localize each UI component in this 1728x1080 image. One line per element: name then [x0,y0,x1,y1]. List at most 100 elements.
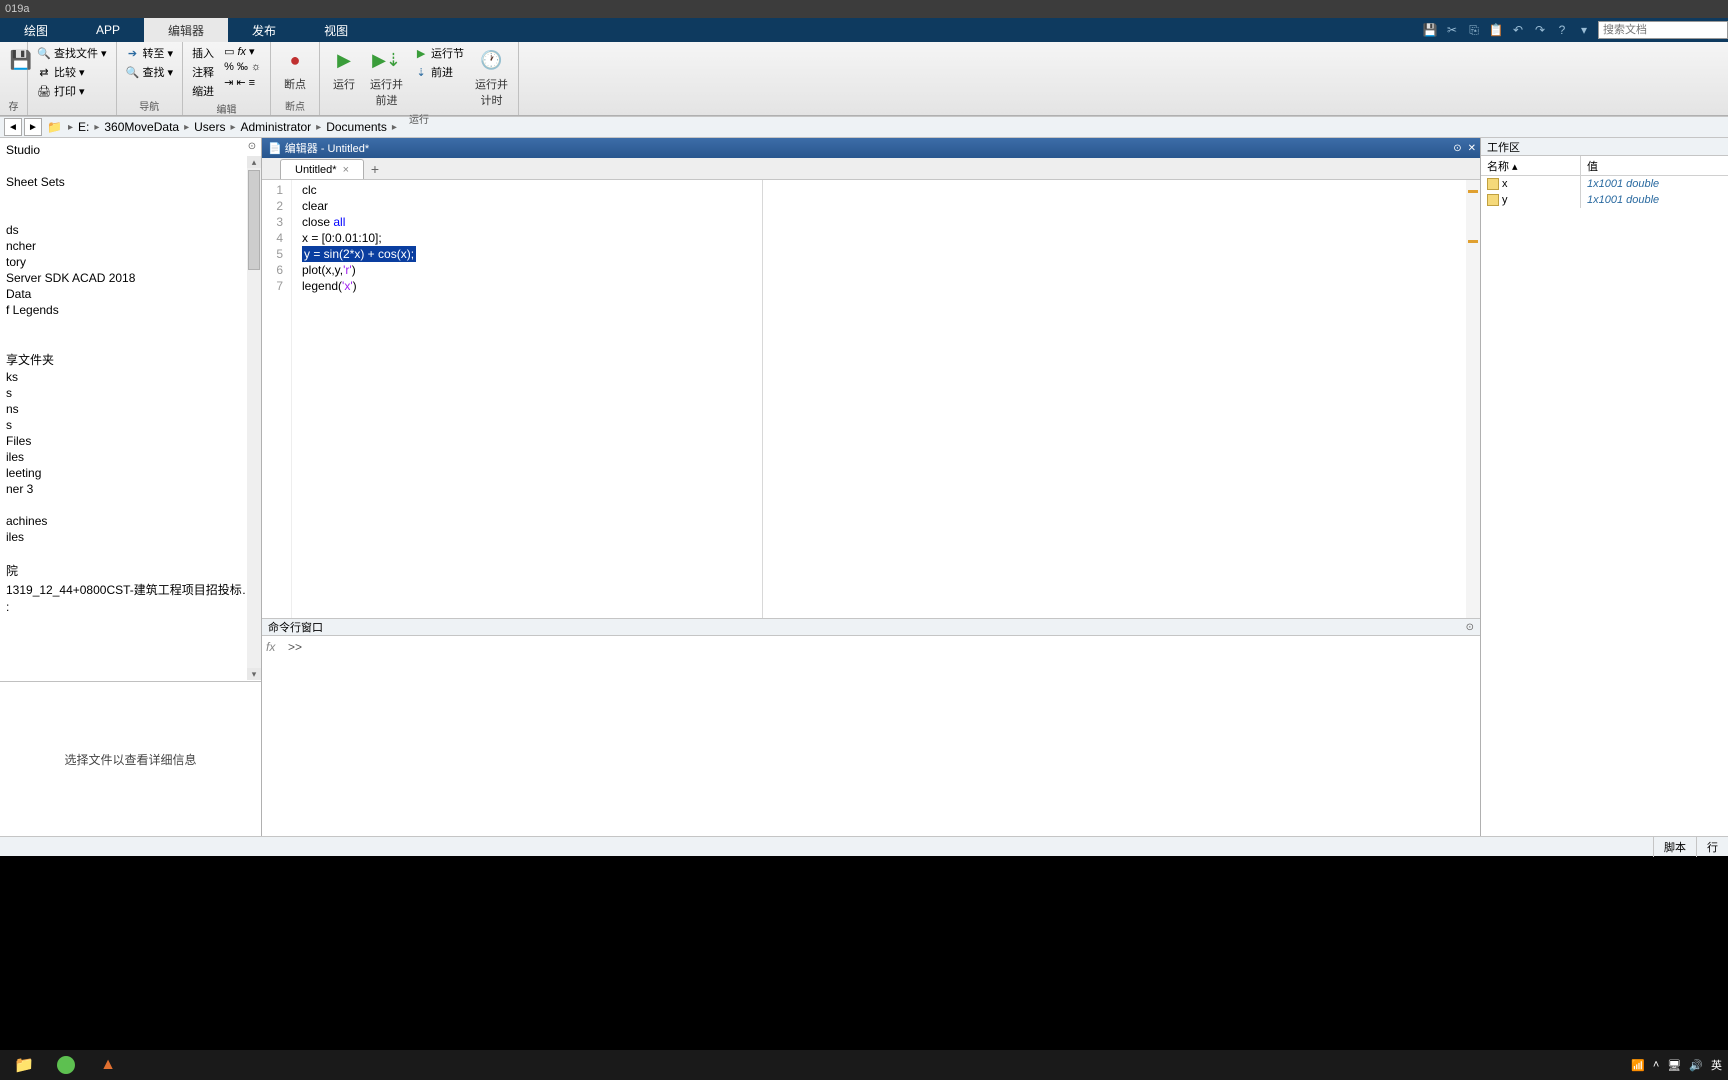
list-item[interactable]: f Legends [2,302,261,318]
list-item[interactable] [2,158,261,174]
file-list[interactable]: Studio Sheet Sets dsnchertoryServer SDK … [0,138,261,681]
comment-button[interactable]: 注释 [189,63,217,81]
goto-button[interactable]: ➔转至▾ [123,44,177,62]
copy-icon[interactable]: ⎘ [1466,22,1482,38]
ws-col-name[interactable]: 名称 ▴ [1481,156,1581,175]
taskbar-matlab[interactable]: ▲ [88,1052,128,1078]
editor-close-icon[interactable]: ✕ [1468,143,1476,154]
back-button[interactable]: ◄ [4,118,22,136]
list-item[interactable]: 院 [2,561,261,580]
indent-button[interactable]: 缩进 [189,82,217,100]
advance-button[interactable]: ⇣前进 [411,63,467,81]
taskbar-browser[interactable] [46,1052,86,1078]
volume-icon[interactable]: 🔊 [1689,1059,1703,1072]
list-item[interactable]: : [2,599,261,615]
editor-area[interactable]: 1234567 clc clear close all x = [0:0.01:… [262,180,1480,618]
run-advance-button[interactable]: ▶⇣运行并 前进 [366,44,407,110]
editor-tab-untitled[interactable]: Untitled* × [280,159,364,179]
run-section-button[interactable]: ▶运行节 [411,44,467,62]
wifi-icon[interactable]: 📶 [1631,1059,1645,1072]
code-content[interactable]: clc clear close all x = [0:0.01:10]; y =… [292,180,1466,618]
list-item[interactable]: Files [2,433,261,449]
scroll-thumb[interactable] [248,170,260,270]
list-item[interactable] [2,190,261,206]
list-item[interactable]: Data [2,286,261,302]
list-item[interactable]: ncher [2,238,261,254]
system-tray[interactable]: 📶 ˄ 🖥 🔊 英 [1631,1057,1722,1073]
search-docs-input[interactable] [1598,21,1728,39]
chevron-up-icon[interactable]: ˄ [1653,1059,1659,1071]
crumb-3[interactable]: Administrator [238,120,313,134]
dropdown-icon[interactable]: ▾ [1576,22,1592,38]
tab-editor[interactable]: 编辑器 [144,18,228,42]
tab-publish[interactable]: 发布 [228,18,300,42]
crumb-drive[interactable]: E: [76,120,91,134]
crumb-4[interactable]: Documents [324,120,389,134]
list-item[interactable]: ns [2,401,261,417]
list-item[interactable]: s [2,417,261,433]
crumb-1[interactable]: 360MoveData [102,120,181,134]
print-button[interactable]: 🖨打印▾ [34,82,110,100]
find-button[interactable]: 🔍查找▾ [123,63,177,81]
list-item[interactable]: Sheet Sets [2,174,261,190]
tab-app[interactable]: APP [72,18,144,42]
insert-section-icon[interactable]: ▭ fx ▾ [221,44,264,59]
breakpoints-button[interactable]: ●断点 [277,44,313,94]
folder-icon: 📁 [47,120,62,134]
run-time-button[interactable]: 🕐运行并 计时 [471,44,512,110]
comment-toggle-icon[interactable]: % ‰ ☼ [221,60,264,74]
cut-icon[interactable]: ✂ [1444,22,1460,38]
list-item[interactable] [2,318,261,334]
editor-minimize-icon[interactable]: ⊙ [1453,143,1461,154]
fx-icon[interactable]: fx [262,636,286,836]
insert-button[interactable]: 插入 [189,44,217,62]
crumb-2[interactable]: Users [192,120,227,134]
tab-view[interactable]: 视图 [300,18,372,42]
compare-button[interactable]: ⇄比较▾ [34,63,110,81]
list-item[interactable]: leeting [2,465,261,481]
list-item[interactable] [2,545,261,561]
collapse-cmd-icon[interactable]: ⊙ [1466,622,1474,633]
undo-icon[interactable]: ↶ [1510,22,1526,38]
list-item[interactable]: 享文件夹 [2,350,261,369]
save-icon[interactable]: 💾 [1422,22,1438,38]
redo-icon[interactable]: ↷ [1532,22,1548,38]
network-icon[interactable]: 🖥 [1667,1059,1681,1072]
taskbar-explorer[interactable]: 📁 [4,1052,44,1078]
close-tab-icon[interactable]: × [343,164,349,176]
ime-icon[interactable]: 英 [1711,1057,1722,1073]
forward-button[interactable]: ► [24,118,42,136]
tab-plot[interactable]: 绘图 [0,18,72,42]
list-item[interactable]: 1319_12_44+0800CST-建筑工程项目招投标与合同管理... [2,580,261,599]
list-item[interactable]: iles [2,529,261,545]
list-item[interactable] [2,497,261,513]
list-item[interactable]: Server SDK ACAD 2018 [2,270,261,286]
editor-annotation-bar[interactable] [1466,180,1480,618]
indent-icons[interactable]: ⇥ ⇤ ≡ [221,75,264,90]
paste-icon[interactable]: 📋 [1488,22,1504,38]
workspace-row[interactable]: x1x1001 double [1481,176,1728,192]
scroll-up-icon[interactable]: ▴ [247,156,261,168]
list-item[interactable]: ds [2,222,261,238]
find-files-button[interactable]: 🔍查找文件▾ [34,44,110,62]
workspace-row[interactable]: y1x1001 double [1481,192,1728,208]
list-item[interactable]: s [2,385,261,401]
new-tab-button[interactable]: + [364,159,386,179]
list-item[interactable]: Studio [2,142,261,158]
list-item[interactable] [2,206,261,222]
scroll-down-icon[interactable]: ▾ [247,668,261,680]
command-window[interactable]: fx >> [262,636,1480,836]
list-item[interactable]: ks [2,369,261,385]
collapse-left-icon[interactable]: ⊙ [245,140,259,154]
compare-icon: ⇄ [37,65,51,79]
ws-col-value[interactable]: 值 [1581,156,1604,175]
taskbar: 📁 ▲ 📶 ˄ 🖥 🔊 英 [0,1050,1728,1080]
list-item[interactable]: iles [2,449,261,465]
help-icon[interactable]: ? [1554,22,1570,38]
list-item[interactable]: tory [2,254,261,270]
left-scrollbar[interactable]: ▴ ▾ [247,156,261,680]
list-item[interactable]: achines [2,513,261,529]
list-item[interactable]: ner 3 [2,481,261,497]
run-button[interactable]: ▶运行 [326,44,362,94]
list-item[interactable] [2,334,261,350]
